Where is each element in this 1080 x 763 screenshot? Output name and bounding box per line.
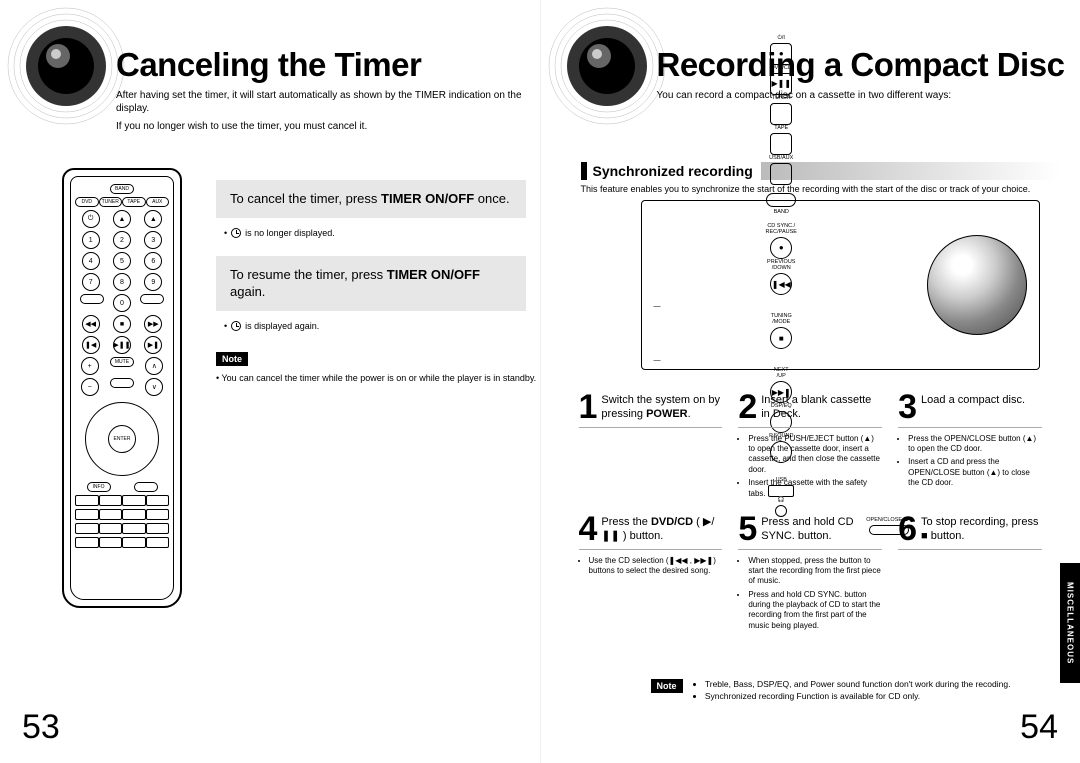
step-5: 5 Press and hold CD SYNC. button. When s… bbox=[730, 508, 890, 640]
power-label: ⏻/I bbox=[778, 35, 785, 41]
intro-left-2: If you no longer wish to use the timer, … bbox=[116, 121, 526, 134]
note-badge-left: Note bbox=[216, 352, 248, 366]
tape-label: TAPE bbox=[774, 125, 788, 131]
stop-button: ■ bbox=[770, 327, 792, 349]
clock-note-2: • is displayed again. bbox=[224, 321, 536, 331]
volume-knob bbox=[927, 235, 1027, 335]
tuner-button bbox=[770, 103, 792, 125]
dvdcd-button: ▶❚❚ bbox=[770, 73, 792, 95]
s2-b1: Insert the cassette with the safety tabs… bbox=[748, 478, 882, 499]
remote-illustration: BAND DVDTUNERTAPEAUX ⏻▲▲ 123 456 789 0 ◀… bbox=[62, 168, 182, 608]
usbaux-button bbox=[770, 163, 792, 185]
page-right: Recording a Compact Disc You can record … bbox=[541, 0, 1080, 763]
mode-lbl: /MODE bbox=[772, 319, 790, 325]
step-num-5: 5 bbox=[738, 514, 757, 545]
s4-bold: DVD/CD bbox=[651, 516, 693, 528]
note-badge-right: Note bbox=[651, 679, 683, 693]
step-num-6: 6 bbox=[898, 514, 917, 545]
s2-pre: Insert a blank cassette in Deck. bbox=[761, 394, 871, 420]
note-body-left: You can cancel the timer while the power… bbox=[222, 373, 537, 383]
s3-b0: Press the OPEN/CLOSE button (▲) to open … bbox=[908, 434, 1042, 455]
heading-left: Canceling the Timer After having set the… bbox=[116, 46, 530, 134]
stereo-panel-illustration: ⏻/I● DVD/CD▶❚❚ TUNER TAPE USB/AUX BAND C… bbox=[641, 200, 1041, 370]
s1-post: . bbox=[688, 408, 691, 420]
step-num-4: 4 bbox=[579, 514, 598, 545]
dvdcd-label: DVD/CD bbox=[771, 65, 792, 71]
band-button bbox=[766, 193, 796, 207]
note-block-left: Note • You can cancel the timer while th… bbox=[216, 349, 536, 383]
page-number-left: 53 bbox=[22, 708, 60, 747]
s5-pre: Press and hold CD SYNC. button. bbox=[761, 516, 853, 542]
box2-post: again. bbox=[230, 284, 265, 299]
speaker-graphic-left bbox=[6, 6, 126, 126]
title-left: Canceling the Timer bbox=[116, 46, 530, 84]
step-num-3: 3 bbox=[898, 392, 917, 423]
clock-icon bbox=[231, 321, 241, 331]
s5-b1: Press and hold CD SYNC. button during th… bbox=[748, 590, 882, 632]
recpause-lbl: REC/PAUSE bbox=[766, 229, 797, 235]
power-button: ● bbox=[770, 43, 792, 65]
box2-bold: TIMER ON/OFF bbox=[387, 267, 480, 282]
up-lbl: /UP bbox=[777, 373, 786, 379]
s4-b0: Use the CD selection (❚◀◀ , ▶▶❚) buttons… bbox=[589, 556, 723, 577]
accent-bar bbox=[581, 162, 587, 180]
box1-pre: To cancel the timer, press bbox=[230, 191, 381, 206]
band-label: BAND bbox=[774, 209, 789, 215]
step-num-2: 2 bbox=[738, 392, 757, 423]
step-6: 6 To stop recording, press ■ button. bbox=[890, 508, 1050, 640]
s3-pre: Load a compact disc. bbox=[921, 394, 1025, 406]
step-3: 3 Load a compact disc. Press the OPEN/CL… bbox=[890, 386, 1050, 508]
s3-b1: Insert a CD and press the OPEN/CLOSE but… bbox=[908, 457, 1042, 488]
resume-timer-box: To resume the timer, press TIMER ON/OFF … bbox=[216, 256, 526, 311]
s5-b0: When stopped, press the button to start … bbox=[748, 556, 882, 587]
down-lbl: /DOWN bbox=[772, 265, 791, 271]
instructions-left: To cancel the timer, press TIMER ON/OFF … bbox=[216, 180, 536, 383]
box1-post: once. bbox=[474, 191, 509, 206]
s1-bold: POWER bbox=[646, 408, 688, 420]
tuner-label: TUNER bbox=[772, 95, 791, 101]
usbaux-label: USB/AUX bbox=[769, 155, 793, 161]
box2-pre: To resume the timer, press bbox=[230, 267, 387, 282]
prev-button: ❚◀◀ bbox=[770, 273, 792, 295]
speaker-graphic-right bbox=[547, 6, 667, 126]
bnote-1: Synchronized recording Function is avail… bbox=[705, 691, 1011, 703]
steps-grid: 1 Switch the system on by pressing POWER… bbox=[571, 386, 1051, 640]
note1-text: is no longer displayed. bbox=[245, 228, 335, 238]
s2-b0: Press the PUSH/EJECT button (▲) to open … bbox=[748, 434, 882, 476]
step-num-1: 1 bbox=[579, 392, 598, 423]
box1-bold: TIMER ON/OFF bbox=[381, 191, 474, 206]
bnote-0: Treble, Bass, DSP/EQ, and Power sound fu… bbox=[705, 679, 1011, 691]
s4-pre: Press the bbox=[601, 516, 651, 528]
cdsync-button: ● bbox=[770, 237, 792, 259]
page-left: Canceling the Timer After having set the… bbox=[0, 0, 541, 763]
step-2: 2 Insert a blank cassette in Deck. Press… bbox=[730, 386, 890, 508]
intro-left-1: After having set the timer, it will star… bbox=[116, 90, 526, 115]
cancel-timer-box: To cancel the timer, press TIMER ON/OFF … bbox=[216, 180, 526, 218]
tape-button bbox=[770, 133, 792, 155]
page-number-right: 54 bbox=[1020, 708, 1058, 747]
clock-note-1: • is no longer displayed. bbox=[224, 228, 536, 238]
note2-text: is displayed again. bbox=[245, 321, 319, 331]
step-4: 4 Press the DVD/CD ( ▶/❚❚ ) button. Use … bbox=[571, 508, 731, 640]
section-tab: MISCELLANEOUS bbox=[1060, 563, 1080, 683]
clock-icon bbox=[231, 228, 241, 238]
step-1: 1 Switch the system on by pressing POWER… bbox=[571, 386, 731, 508]
bottom-notes: Note Treble, Bass, DSP/EQ, and Power sou… bbox=[651, 679, 1021, 703]
s6-pre: To stop recording, press ■ button. bbox=[921, 516, 1038, 542]
